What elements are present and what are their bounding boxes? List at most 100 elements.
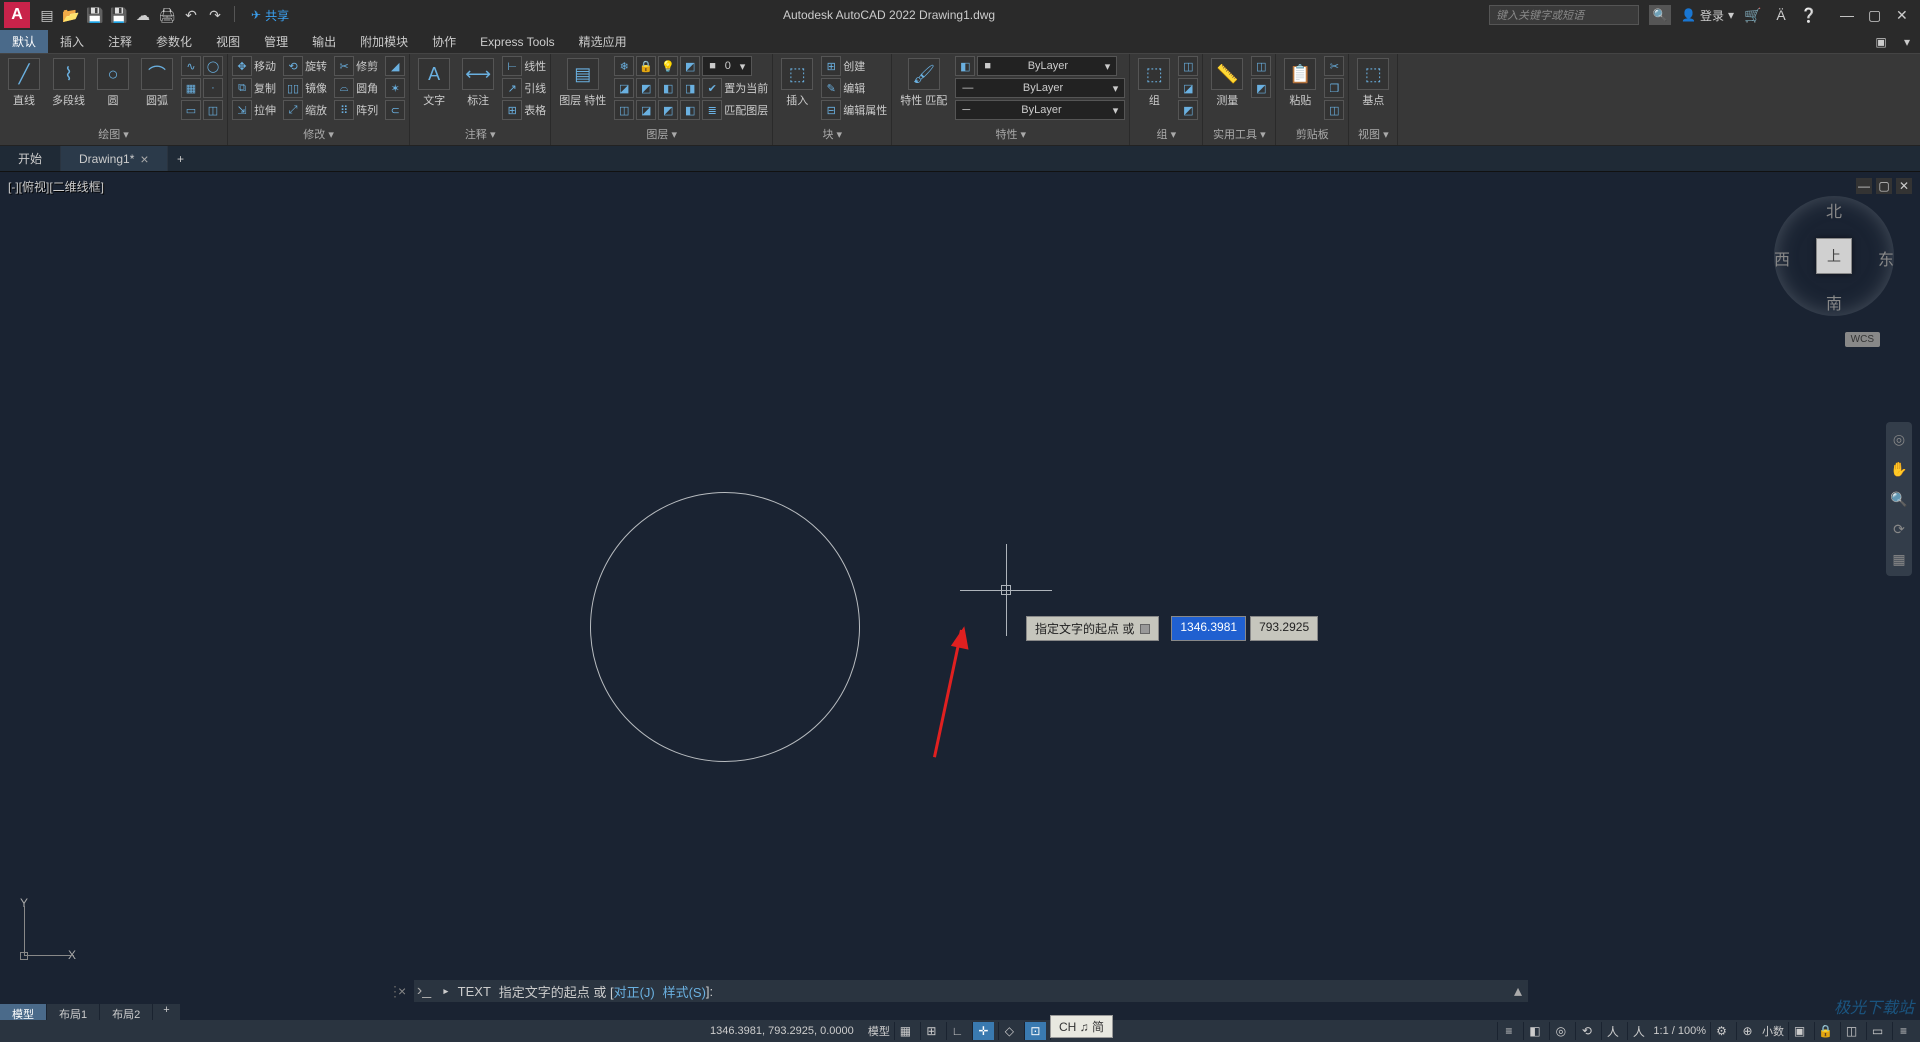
vp-maximize-icon[interactable]: ▢ [1876,178,1892,194]
panel-modify-title[interactable]: 修改 ▾ [232,125,405,143]
viewcube-south[interactable]: 南 [1826,290,1842,314]
status-lock-icon[interactable]: 🔒 [1814,1022,1836,1040]
point-icon[interactable]: · [203,78,223,98]
tab-addins[interactable]: 附加模块 [348,30,420,53]
util-a-icon[interactable]: ◫ [1251,56,1271,76]
offset-icon[interactable]: ⊂ [385,100,405,120]
array-icon[interactable]: ⠿ [334,100,354,120]
move-icon[interactable]: ✥ [232,56,252,76]
move-label[interactable]: 移动 [254,58,276,74]
stretch-label[interactable]: 拉伸 [254,102,276,118]
viewcube-west[interactable]: 西 [1774,246,1790,270]
linear-icon[interactable]: ⊢ [502,56,522,76]
status-quickprops-icon[interactable]: ▣ [1788,1022,1810,1040]
color-dropdown[interactable]: ■ ByLayer▾ [977,56,1117,76]
leader-label[interactable]: 引线 [524,80,546,96]
search-input[interactable]: 键入关键字或短语 [1489,5,1639,25]
viewcube-top[interactable]: 上 [1816,238,1852,274]
cmd-close-icon[interactable]: × [398,983,414,999]
groupbbox-icon[interactable]: ◩ [1178,100,1198,120]
layer-a-icon[interactable]: ◪ [614,78,634,98]
rect-icon[interactable]: ▭ [181,100,201,120]
ungroup-icon[interactable]: ◫ [1178,56,1198,76]
status-hw-icon[interactable]: ⊕ [1736,1022,1758,1040]
new-icon[interactable]: ▤ [38,6,56,24]
copy-icon[interactable]: ⧉ [232,78,252,98]
clip-base-icon[interactable]: ◫ [1324,100,1344,120]
insertblock-button[interactable]: ⬚插入 [777,56,817,110]
scale-icon[interactable]: ⤢ [283,100,303,120]
cmd-recent-icon[interactable]: ▴ [1508,980,1528,1002]
ribbon-collapse-icon[interactable]: ▾ [1894,30,1920,53]
status-clean-icon[interactable]: ▭ [1866,1022,1888,1040]
mirror-icon[interactable]: ▯▯ [283,78,303,98]
lineweight-dropdown[interactable]: — ByLayer▾ [955,78,1125,98]
region-icon[interactable]: ◫ [203,100,223,120]
cmd-drag-handle[interactable]: ⋮ [388,983,398,1000]
panel-annotation-title[interactable]: 注释 ▾ [414,125,546,143]
tab-start[interactable]: 开始 [0,146,61,171]
trim-icon[interactable]: ✂ [334,56,354,76]
layer-g-icon[interactable]: ◩ [658,100,678,120]
status-gear-icon[interactable]: ⚙ [1710,1022,1732,1040]
dimension-button[interactable]: ⟷标注 [458,56,498,110]
tab-close-icon[interactable]: × [140,151,148,167]
matchlayer-label[interactable]: 匹配图层 [724,102,768,118]
table-label[interactable]: 表格 [524,102,546,118]
status-custom-icon[interactable]: ≡ [1892,1022,1914,1040]
setcurrent-icon[interactable]: ✔ [702,78,722,98]
layer-freeze-icon[interactable]: ❄ [614,56,634,76]
util-b-icon[interactable]: ◩ [1251,78,1271,98]
groupedit-icon[interactable]: ◪ [1178,78,1198,98]
copy-label[interactable]: 复制 [254,80,276,96]
maximize-button[interactable]: ▢ [1868,7,1884,23]
editattr-icon[interactable]: ⊟ [821,100,841,120]
editblock-label[interactable]: 编辑 [843,80,865,96]
app-manager-icon[interactable]: Ä [1772,6,1790,24]
tab-manage[interactable]: 管理 [252,30,300,53]
redo-icon[interactable]: ↷ [206,6,224,24]
status-isolate-icon[interactable]: ◫ [1840,1022,1862,1040]
cmd-opt1[interactable]: 对正(J) [614,982,655,1001]
tab-expresstools[interactable]: Express Tools [468,30,566,53]
web-icon[interactable]: ☁ [134,6,152,24]
panel-utilities-title[interactable]: 实用工具 ▾ [1207,125,1271,143]
cut-icon[interactable]: ✂ [1324,56,1344,76]
color-icon[interactable]: ◧ [955,56,975,76]
setcurrent-label[interactable]: 置为当前 [724,80,768,96]
viewcube-east[interactable]: 东 [1878,246,1894,270]
tab-insert[interactable]: 插入 [48,30,96,53]
paste-button[interactable]: 📋粘贴 [1280,56,1320,110]
rotate-label[interactable]: 旋转 [305,58,327,74]
search-button[interactable]: 🔍 [1649,5,1671,25]
tab-drawing1[interactable]: Drawing1* × [61,146,168,171]
line-button[interactable]: ╱直线 [4,56,44,110]
layer-off-icon[interactable]: 💡 [658,56,678,76]
layer-f-icon[interactable]: ◪ [636,100,656,120]
close-button[interactable]: ✕ [1896,7,1912,23]
layer-e-icon[interactable]: ◫ [614,100,634,120]
login-button[interactable]: 👤 登录 ▾ [1681,7,1734,24]
status-annotation-icon[interactable]: 人 [1601,1022,1623,1040]
panel-layers-title[interactable]: 图层 ▾ [555,125,768,143]
vp-close-icon[interactable]: ✕ [1896,178,1912,194]
drawn-circle[interactable] [590,492,860,762]
linear-label[interactable]: 线性 [524,58,546,74]
dynamic-x-input[interactable]: 1346.3981 [1171,616,1246,641]
panel-view-title[interactable]: 视图 ▾ [1353,125,1393,143]
stretch-icon[interactable]: ⇲ [232,100,252,120]
cmd-opt2[interactable]: 样式(S) [663,982,706,1001]
plot-icon[interactable]: 🖨 [158,6,176,24]
cmd-history-icon[interactable]: ›_ [414,980,434,1002]
array-label[interactable]: 阵列 [356,102,378,118]
explode-icon[interactable]: ✶ [385,78,405,98]
nav-orbit-icon[interactable]: ⟳ [1886,518,1912,540]
help-icon[interactable]: ❔ [1800,6,1818,24]
panel-clipboard-title[interactable]: 剪贴板 [1280,125,1344,143]
dynamic-y-input[interactable]: 793.2925 [1250,616,1318,641]
tab-featured[interactable]: 精选应用 [567,30,639,53]
status-annoscale-icon[interactable]: ⟲ [1575,1022,1597,1040]
measure-button[interactable]: 📏测量 [1207,56,1247,110]
editattr-label[interactable]: 编辑属性 [843,102,887,118]
panel-groups-title[interactable]: 组 ▾ [1134,125,1198,143]
